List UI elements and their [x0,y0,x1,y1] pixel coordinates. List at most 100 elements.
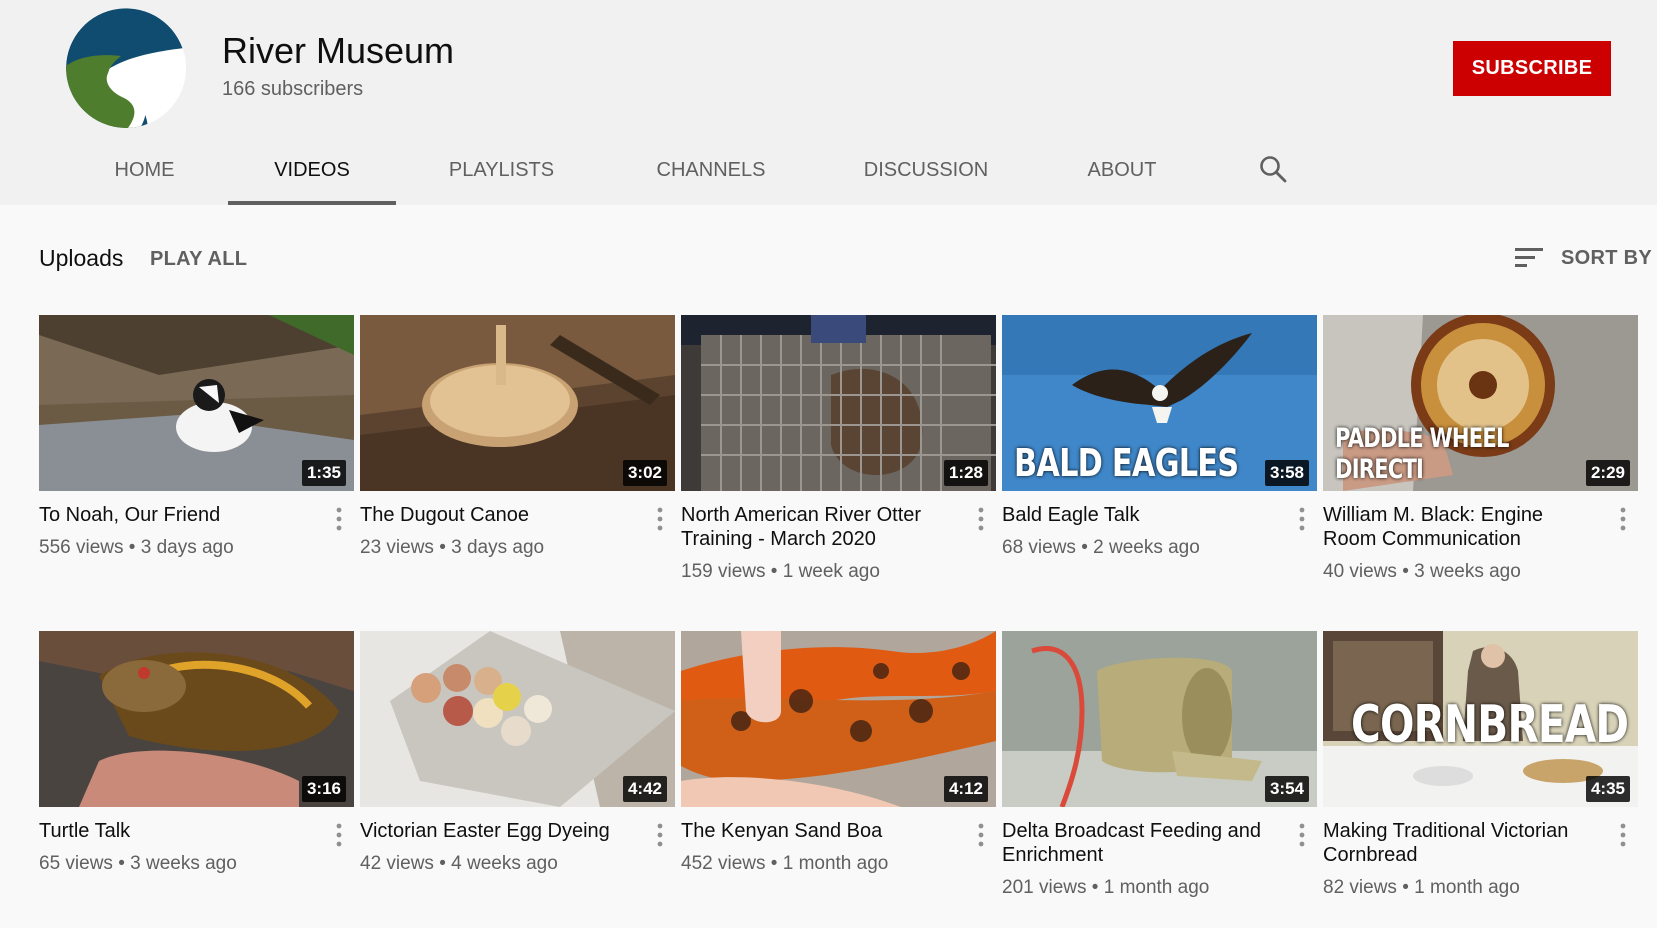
video-thumbnail[interactable]: PADDLE WHEEL DIRECTI 2:29 [1323,315,1638,491]
video-stats: 23 views • 3 days ago [360,537,545,558]
channel-avatar[interactable] [66,8,186,128]
more-options-icon[interactable] [1299,823,1305,847]
video-title[interactable]: To Noah, Our Friend [39,503,314,527]
video-stats: 556 views • 3 days ago [39,537,234,558]
video-thumbnail[interactable]: 4:42 [360,631,675,807]
tab-videos[interactable]: VIDEOS [228,136,396,205]
search-icon[interactable] [1258,154,1288,184]
play-all-button[interactable]: PLAY ALL [150,248,247,271]
video-title[interactable]: The Kenyan Sand Boa [681,819,956,843]
video-stats: 68 views • 2 weeks ago [1002,537,1200,558]
upload-age: 1 month ago [782,853,889,874]
tab-playlists[interactable]: PLAYLISTS [430,136,573,205]
subscriber-count: 166 subscribers [222,78,364,100]
upload-age: 2 weeks ago [1093,537,1200,558]
subscribe-button[interactable]: SUBSCRIBE [1453,41,1611,96]
upload-age: 1 month ago [1103,877,1210,898]
view-count: 42 views [360,853,434,874]
more-options-icon[interactable] [657,507,663,531]
view-count: 68 views [1002,537,1076,558]
channel-tabs: HOME VIDEOS PLAYLISTS CHANNELS DISCUSSIO… [0,136,1400,205]
view-count: 159 views [681,561,766,582]
more-options-icon[interactable] [978,823,984,847]
video-thumbnail[interactable]: BALD EAGLES 3:58 [1002,315,1317,491]
video-title[interactable]: Making Traditional Victorian Cornbread [1323,819,1598,867]
sort-by-label: SORT BY [1561,246,1652,269]
more-options-icon[interactable] [978,507,984,531]
video-card[interactable]: 1:35 To Noah, Our Friend 556 views • 3 d… [39,315,354,559]
video-thumbnail[interactable]: 1:28 [681,315,996,491]
video-title[interactable]: Bald Eagle Talk [1002,503,1277,527]
upload-age: 3 weeks ago [130,853,237,874]
upload-age: 1 week ago [782,561,880,582]
more-options-icon[interactable] [336,823,342,847]
sort-by-button[interactable]: SORT BY [1515,246,1652,270]
video-card[interactable]: 3:16 Turtle Talk 65 views • 3 weeks ago [39,631,354,875]
video-duration: 1:28 [943,460,988,486]
video-stats: 42 views • 4 weeks ago [360,853,558,874]
video-duration: 2:29 [1585,460,1630,486]
view-count: 40 views [1323,561,1397,582]
channel-header: River Museum 166 subscribers SUBSCRIBE H… [0,0,1657,205]
video-title[interactable]: North American River Otter Training - Ma… [681,503,956,551]
video-title[interactable]: Victorian Easter Egg Dyeing [360,819,635,843]
video-card[interactable]: PADDLE WHEEL DIRECTI 2:29 William M. Bla… [1323,315,1638,583]
video-thumbnail[interactable]: 1:35 [39,315,354,491]
video-title[interactable]: Delta Broadcast Feeding and Enrichment [1002,819,1277,867]
sort-icon [1515,248,1543,267]
video-duration: 3:58 [1264,460,1309,486]
video-title[interactable]: Turtle Talk [39,819,314,843]
thumbnail-overlay-text: CORNBREAD [1351,695,1629,755]
video-stats: 82 views • 1 month ago [1323,877,1520,898]
video-title[interactable]: The Dugout Canoe [360,503,635,527]
video-duration: 4:42 [622,776,667,802]
thumbnail-overlay-text: PADDLE WHEEL DIRECTI [1335,423,1509,485]
river-logo-icon [66,8,186,128]
view-count: 23 views [360,537,434,558]
more-options-icon[interactable] [657,823,663,847]
upload-age: 3 days ago [140,537,234,558]
tab-home[interactable]: HOME [92,136,197,205]
view-count: 201 views [1002,877,1087,898]
video-stats: 452 views • 1 month ago [681,853,889,874]
thumbnail-overlay-text: BALD EAGLES [1014,441,1239,485]
video-thumbnail[interactable]: 3:54 [1002,631,1317,807]
view-count: 556 views [39,537,124,558]
view-count: 65 views [39,853,113,874]
video-title[interactable]: William M. Black: Engine Room Communicat… [1323,503,1598,551]
video-duration: 3:54 [1264,776,1309,802]
video-card[interactable]: CORNBREAD 4:35 Making Traditional Victor… [1323,631,1638,899]
tab-discussion[interactable]: DISCUSSION [855,136,997,205]
video-duration: 1:35 [301,460,346,486]
video-thumbnail[interactable]: 3:02 [360,315,675,491]
tab-channels[interactable]: CHANNELS [640,136,782,205]
more-options-icon[interactable] [1299,507,1305,531]
upload-age: 3 days ago [451,537,545,558]
video-stats: 201 views • 1 month ago [1002,877,1210,898]
more-options-icon[interactable] [1620,507,1626,531]
video-duration: 3:02 [622,460,667,486]
upload-age: 3 weeks ago [1414,561,1521,582]
video-thumbnail[interactable]: CORNBREAD 4:35 [1323,631,1638,807]
video-card[interactable]: 3:54 Delta Broadcast Feeding and Enrichm… [1002,631,1317,899]
video-thumbnail[interactable]: 4:12 [681,631,996,807]
upload-age: 1 month ago [1414,877,1520,898]
more-options-icon[interactable] [1620,823,1626,847]
video-duration: 4:35 [1585,776,1630,802]
video-card[interactable]: 3:02 The Dugout Canoe 23 views • 3 days … [360,315,675,559]
view-count: 82 views [1323,877,1397,898]
video-stats: 40 views • 3 weeks ago [1323,561,1521,582]
uploads-heading: Uploads [39,245,124,271]
video-card[interactable]: 4:42 Victorian Easter Egg Dyeing 42 view… [360,631,675,875]
video-thumbnail[interactable]: 3:16 [39,631,354,807]
channel-name: River Museum [222,30,455,71]
video-card[interactable]: 1:28 North American River Otter Training… [681,315,996,583]
video-card[interactable]: 4:12 The Kenyan Sand Boa 452 views • 1 m… [681,631,996,875]
video-stats: 65 views • 3 weeks ago [39,853,237,874]
video-stats: 159 views • 1 week ago [681,561,880,582]
tab-about[interactable]: ABOUT [1078,136,1166,205]
more-options-icon[interactable] [336,507,342,531]
video-duration: 3:16 [301,776,346,802]
video-duration: 4:12 [943,776,988,802]
video-card[interactable]: BALD EAGLES 3:58 Bald Eagle Talk 68 view… [1002,315,1317,559]
